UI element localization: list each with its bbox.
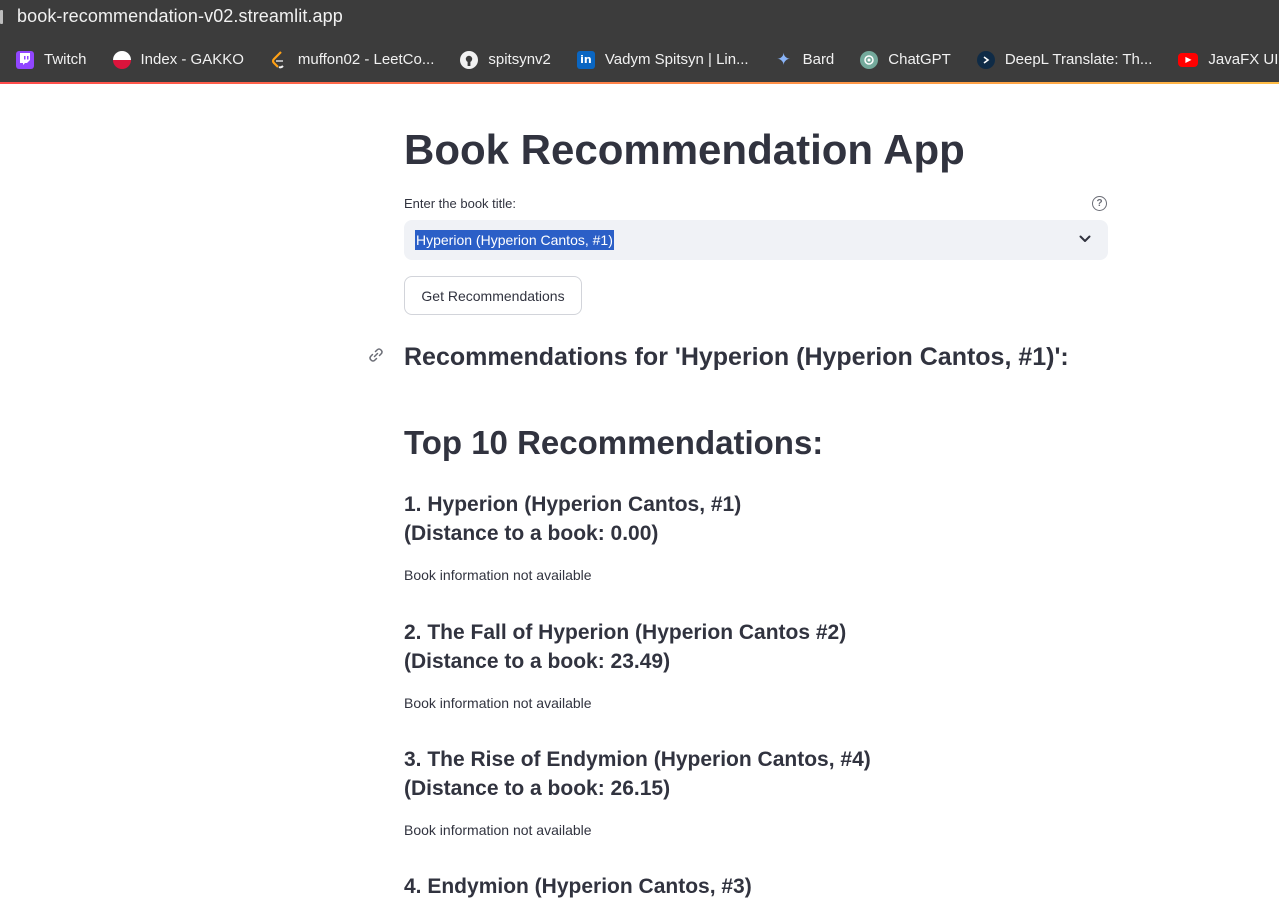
bookmark-gakko[interactable]: Index - GAKKO bbox=[111, 45, 246, 75]
book-title-label: Enter the book title: bbox=[404, 196, 517, 211]
gakko-icon bbox=[112, 50, 131, 69]
bookmark-label: Twitch bbox=[44, 51, 87, 68]
bookmark-label: Index - GAKKO bbox=[140, 51, 244, 68]
deepl-icon bbox=[976, 50, 995, 69]
bookmark-bard[interactable]: ✦ Bard bbox=[773, 45, 837, 75]
recommendation-book-title: 4. Endymion (Hyperion Cantos, #3) bbox=[404, 875, 752, 898]
bookmark-label: DeepL Translate: Th... bbox=[1004, 51, 1153, 68]
bookmark-label: muffon02 - LeetCo... bbox=[297, 51, 435, 68]
link-icon[interactable] bbox=[367, 346, 385, 364]
bookmark-label: spitsynv2 bbox=[488, 51, 551, 68]
tab-edge-icon bbox=[0, 10, 3, 24]
recommendation-book-title: 3. The Rise of Endymion (Hyperion Cantos… bbox=[404, 748, 871, 771]
recommendation-info: Book information not available bbox=[404, 695, 592, 711]
recommendation-title: 2. The Fall of Hyperion (Hyperion Cantos… bbox=[404, 618, 1108, 676]
recommendation-distance: (Distance to a book: 26.15) bbox=[404, 777, 671, 800]
bookmark-youtube[interactable]: ▶ JavaFX UI: Library D bbox=[1176, 45, 1279, 75]
youtube-icon: ▶ bbox=[1178, 52, 1199, 67]
bard-icon: ✦ bbox=[776, 49, 791, 69]
recommendation-title: 1. Hyperion (Hyperion Cantos, #1) (Dista… bbox=[404, 490, 1108, 548]
address-bar[interactable]: book-recommendation-v02.streamlit.app bbox=[0, 0, 1279, 37]
page-title: Book Recommendation App bbox=[404, 126, 965, 173]
recommendation-info: Book information not available bbox=[404, 822, 592, 838]
chatgpt-icon bbox=[860, 50, 879, 69]
linkedin-icon: in bbox=[576, 50, 595, 69]
help-icon[interactable]: ? bbox=[1092, 196, 1107, 211]
bookmark-label: Bard bbox=[802, 51, 835, 68]
bookmark-label: JavaFX UI: Library D bbox=[1208, 51, 1279, 68]
bookmark-twitch[interactable]: Twitch bbox=[14, 45, 89, 75]
get-recommendations-button[interactable]: Get Recommendations bbox=[404, 276, 582, 315]
recommendation-item: 3. The Rise of Endymion (Hyperion Cantos… bbox=[404, 745, 1108, 840]
url-text[interactable]: book-recommendation-v02.streamlit.app bbox=[17, 6, 343, 27]
bookmark-leetcode[interactable]: muffon02 - LeetCo... bbox=[268, 45, 436, 75]
twitch-icon bbox=[16, 50, 34, 69]
chevron-down-icon[interactable] bbox=[1076, 230, 1094, 248]
bookmark-label: ChatGPT bbox=[888, 51, 951, 68]
recommendation-book-title: 2. The Fall of Hyperion (Hyperion Cantos… bbox=[404, 621, 847, 644]
bookmark-deepl[interactable]: DeepL Translate: Th... bbox=[975, 45, 1155, 75]
recommendation-item: 4. Endymion (Hyperion Cantos, #3) bbox=[404, 872, 1108, 901]
top-recommendations-heading: Top 10 Recommendations: bbox=[404, 424, 824, 461]
bookmark-chatgpt[interactable]: ChatGPT bbox=[858, 45, 953, 75]
recommendation-title: 3. The Rise of Endymion (Hyperion Cantos… bbox=[404, 745, 1108, 803]
bookmark-label: Vadym Spitsyn | Lin... bbox=[604, 51, 749, 68]
recommendation-info: Book information not available bbox=[404, 567, 592, 583]
recommendation-distance: (Distance to a book: 0.00) bbox=[404, 522, 659, 545]
leetcode-icon bbox=[270, 50, 288, 69]
recommendation-distance: (Distance to a book: 23.49) bbox=[404, 650, 671, 673]
page-top-accent bbox=[0, 82, 1279, 84]
selected-book-value[interactable]: Hyperion (Hyperion Cantos, #1) bbox=[415, 230, 614, 250]
book-title-select[interactable]: Hyperion (Hyperion Cantos, #1) bbox=[404, 220, 1108, 260]
github-icon bbox=[460, 50, 479, 69]
bookmark-github[interactable]: spitsynv2 bbox=[458, 45, 553, 75]
recommendation-item: 2. The Fall of Hyperion (Hyperion Cantos… bbox=[404, 618, 1108, 713]
recommendation-book-title: 1. Hyperion (Hyperion Cantos, #1) bbox=[404, 493, 742, 516]
bookmarks-bar: Twitch Index - GAKKO muffon02 - LeetCo..… bbox=[0, 37, 1279, 82]
recommendation-title: 4. Endymion (Hyperion Cantos, #3) bbox=[404, 872, 1108, 901]
bookmark-linkedin[interactable]: in Vadym Spitsyn | Lin... bbox=[575, 45, 751, 75]
recommendations-heading: Recommendations for 'Hyperion (Hyperion … bbox=[404, 343, 1069, 371]
recommendation-item: 1. Hyperion (Hyperion Cantos, #1) (Dista… bbox=[404, 490, 1108, 585]
